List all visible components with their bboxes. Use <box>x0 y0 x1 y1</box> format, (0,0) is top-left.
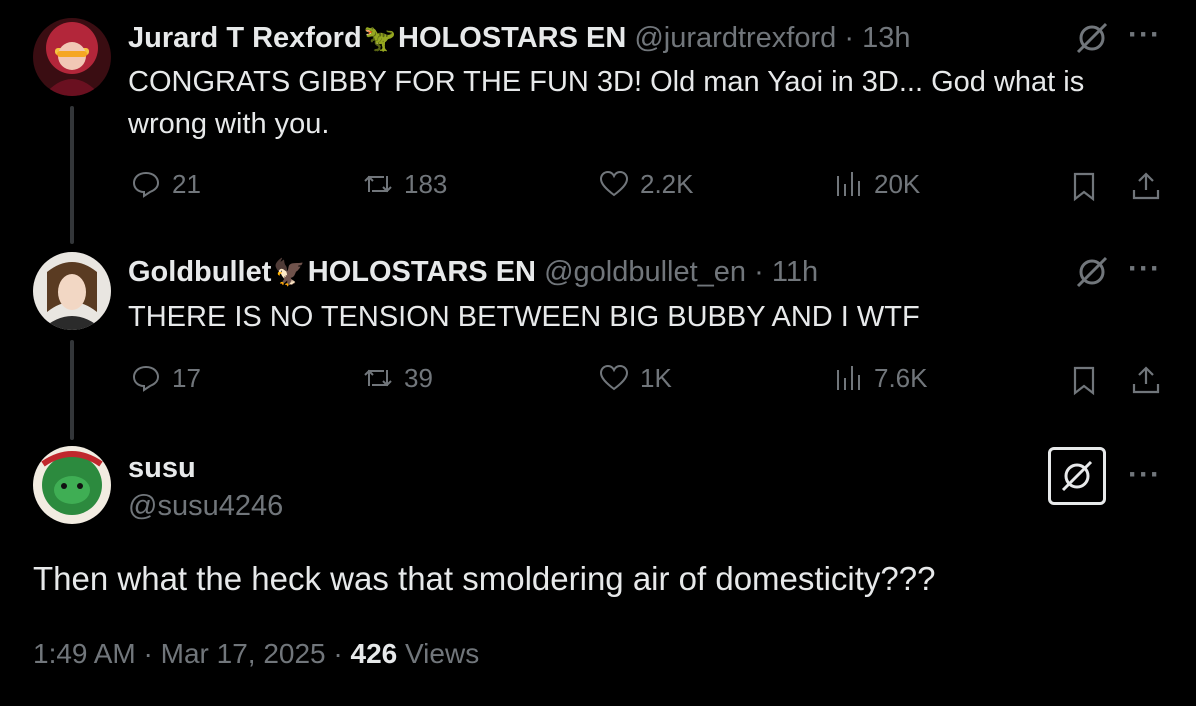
views-icon <box>837 172 860 196</box>
grok-icon[interactable] <box>1074 20 1110 61</box>
like-icon <box>599 364 629 391</box>
like-button[interactable]: 2.2K <box>598 168 694 200</box>
more-icon[interactable]: ··· <box>1128 458 1161 492</box>
tweet-text-line: THERE IS NO TENSION BETWEEN BIG BUBBY AN… <box>128 301 920 333</box>
thread-line <box>70 340 74 440</box>
separator: · <box>143 638 153 669</box>
repost-icon <box>364 175 392 193</box>
timestamp[interactable]: 13h <box>862 22 910 54</box>
dinosaur-emoji: 🦖 <box>363 23 397 53</box>
reply-button[interactable]: 21 <box>130 168 201 200</box>
views-count: 20K <box>874 168 921 199</box>
thread-line <box>70 106 74 244</box>
share-icon[interactable] <box>1130 170 1162 207</box>
separator: · <box>333 638 343 669</box>
tweet-time[interactable]: 1:49 AM <box>33 638 136 669</box>
tweet-date[interactable]: Mar 17, 2025 <box>161 638 326 669</box>
like-count: 1K <box>640 362 672 393</box>
repost-button[interactable]: 183 <box>362 168 447 200</box>
reply-icon <box>132 365 160 392</box>
like-icon <box>599 170 629 197</box>
grok-button[interactable] <box>1048 447 1106 505</box>
reply-count: 17 <box>172 362 201 393</box>
views-button[interactable]: 7.6K <box>832 362 928 394</box>
tweet-text: THERE IS NO TENSION BETWEEN BIG BUBBY AN… <box>128 296 920 338</box>
tweet-header: Goldbullet🦅HOLOSTARS EN @goldbullet_en ·… <box>128 256 818 289</box>
avatar-jurard[interactable] <box>33 18 111 96</box>
reply-button[interactable]: 17 <box>130 362 201 394</box>
timestamp[interactable]: 11h <box>772 256 818 288</box>
tweet-text-line: CONGRATS GIBBY FOR THE FUN 3D! Old man Y… <box>128 66 1085 98</box>
grok-icon <box>1061 460 1093 492</box>
bookmark-icon[interactable] <box>1068 364 1100 401</box>
handle[interactable]: @jurardtrexford <box>634 22 836 54</box>
display-name[interactable]: susu <box>128 452 196 485</box>
more-icon[interactable]: ··· <box>1128 18 1161 52</box>
more-icon[interactable]: ··· <box>1128 252 1161 286</box>
tweet-text-line: wrong with you. <box>128 108 330 140</box>
tweet-meta-footer: 1:49 AM · Mar 17, 2025 · 426 Views <box>33 638 479 670</box>
repost-icon <box>364 369 392 387</box>
tweet-header: Jurard T Rexford🦖HOLOSTARS EN @jurardtre… <box>128 22 910 55</box>
avatar-goldbullet[interactable] <box>33 252 111 330</box>
share-icon[interactable] <box>1130 364 1162 401</box>
tweet-text: CONGRATS GIBBY FOR THE FUN 3D! Old man Y… <box>128 61 1084 145</box>
handle[interactable]: @susu4246 <box>128 490 283 523</box>
eagle-emoji: 🦅 <box>273 257 306 287</box>
separator: · <box>754 256 764 288</box>
display-name[interactable]: Goldbullet <box>128 256 271 288</box>
repost-count: 183 <box>404 168 448 199</box>
display-name[interactable]: Jurard T Rexford <box>128 22 362 54</box>
affiliation[interactable]: HOLOSTARS EN <box>398 22 626 54</box>
affiliation[interactable]: HOLOSTARS EN <box>308 256 536 288</box>
main-tweet-text: Then what the heck was that smoldering a… <box>33 560 936 597</box>
views-count: 426 <box>350 638 398 669</box>
grok-icon[interactable] <box>1074 254 1110 295</box>
like-button[interactable]: 1K <box>598 362 672 394</box>
like-count: 2.2K <box>640 168 694 199</box>
separator: · <box>844 22 854 54</box>
avatar-susu[interactable] <box>33 446 111 524</box>
views-button[interactable]: 20K <box>832 168 920 200</box>
bookmark-icon[interactable] <box>1068 170 1100 207</box>
repost-button[interactable]: 39 <box>362 362 433 394</box>
handle[interactable]: @goldbullet_en <box>544 256 746 288</box>
repost-count: 39 <box>404 362 433 393</box>
views-count: 7.6K <box>874 362 928 393</box>
reply-count: 21 <box>172 168 201 199</box>
views-label: Views <box>405 638 480 669</box>
views-icon <box>837 366 860 390</box>
reply-icon <box>132 171 160 198</box>
